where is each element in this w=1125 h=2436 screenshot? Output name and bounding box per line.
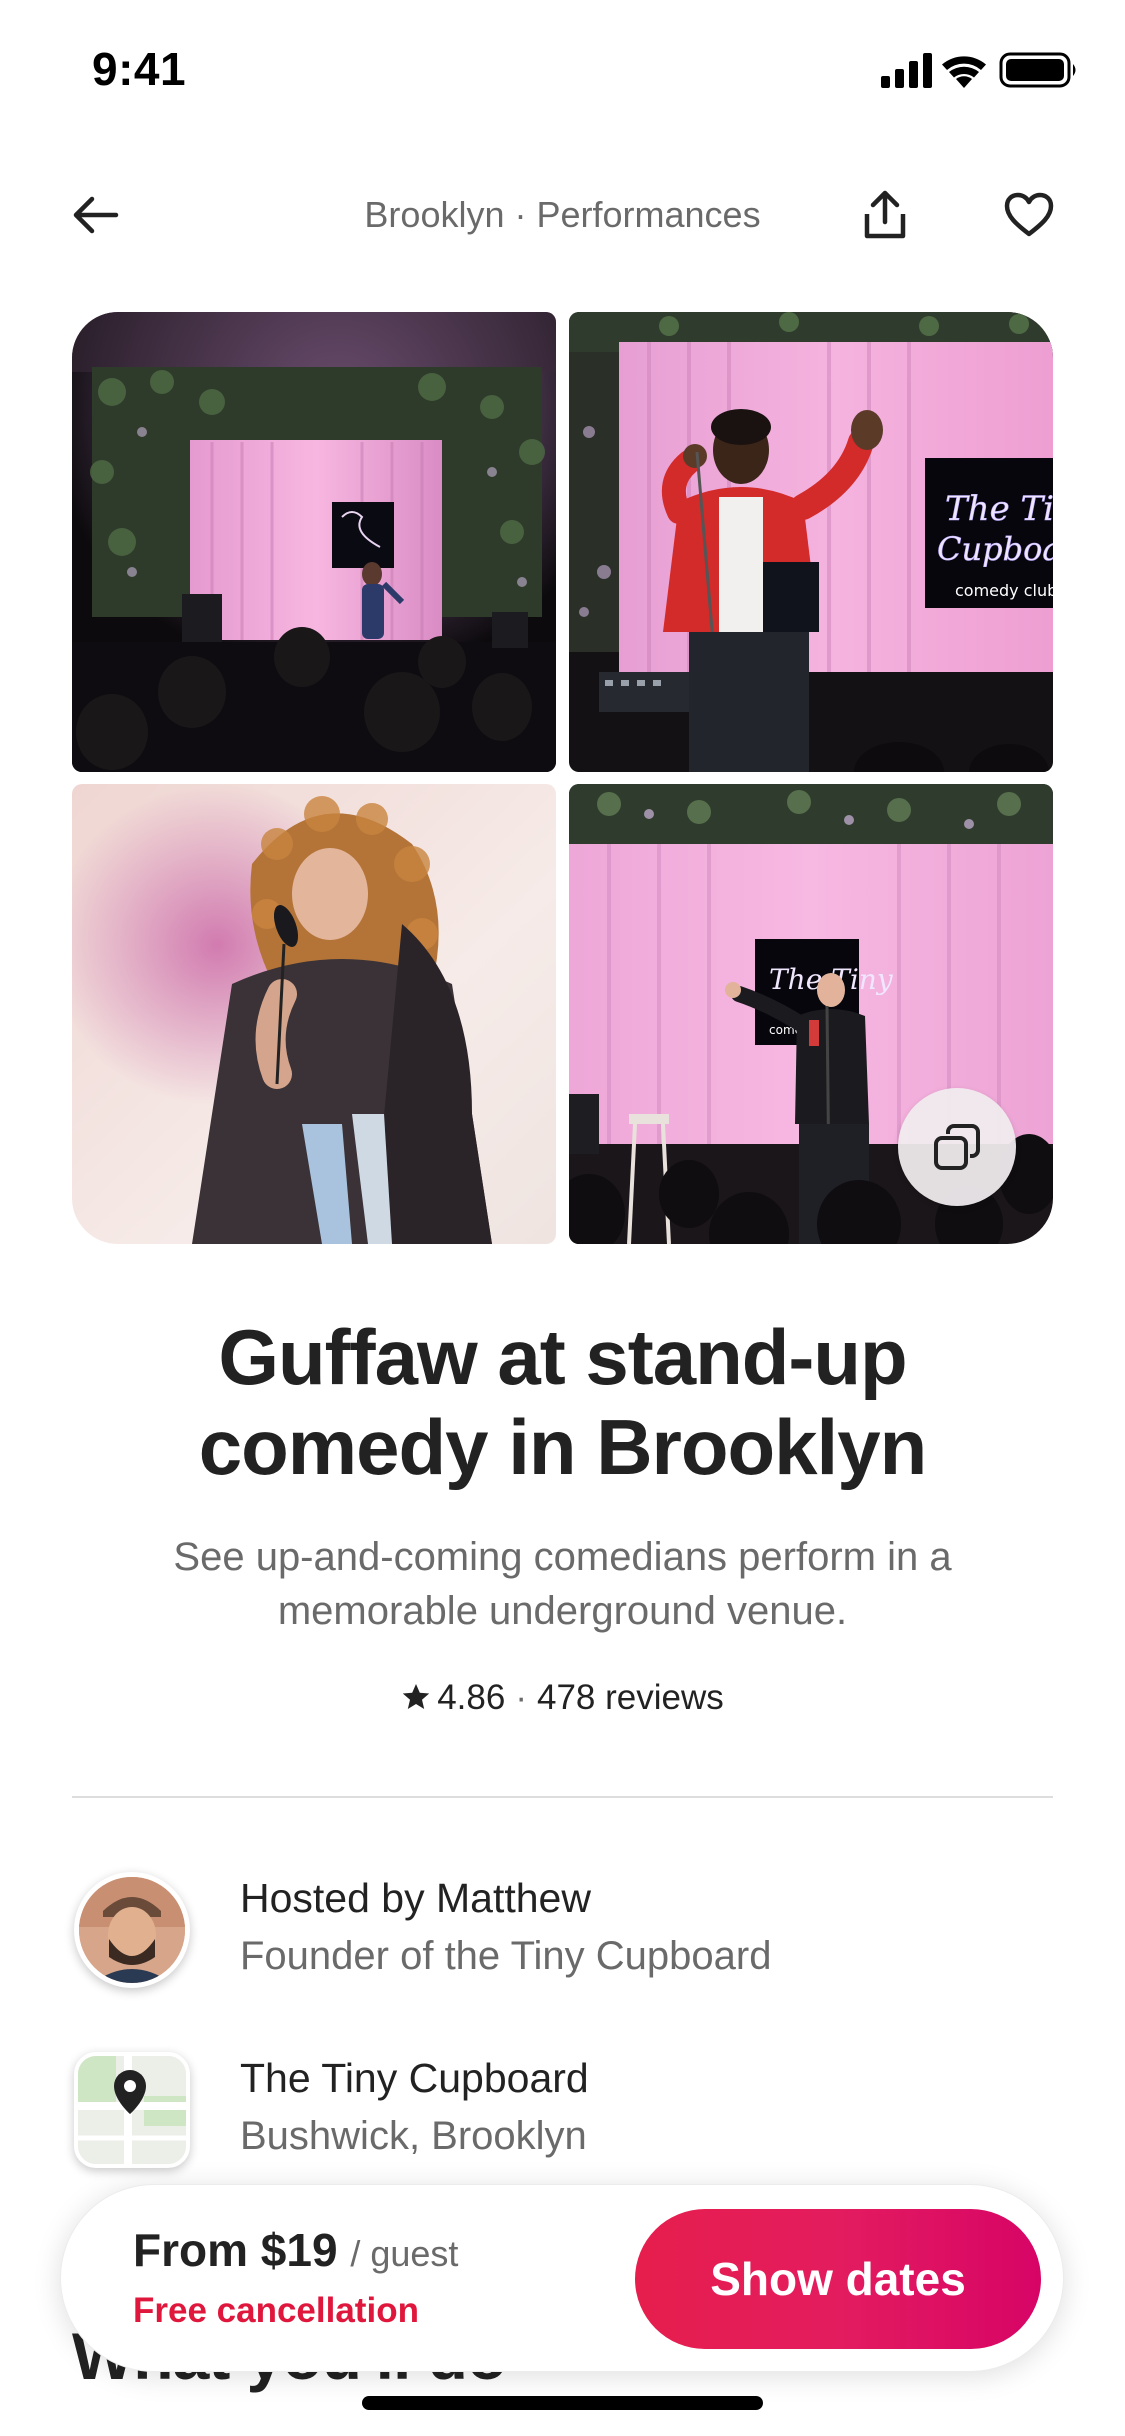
- booking-bar: From $19 / guest Free cancellation Show …: [60, 2184, 1064, 2372]
- reviews-count: 478 reviews: [537, 1678, 724, 1717]
- cellular-signal-icon: [881, 53, 932, 88]
- share-button[interactable]: [840, 170, 930, 260]
- listing-title: Guffaw at stand-up comedy in Brooklyn: [198, 1313, 928, 1491]
- venue-info: The Tiny Cupboard Bushwick, Brooklyn: [240, 2050, 589, 2166]
- status-icons: [881, 48, 1081, 92]
- venue-map-thumbnail: [74, 2052, 190, 2168]
- status-bar: 9:41: [0, 0, 1125, 140]
- show-all-photos-button[interactable]: [898, 1088, 1016, 1206]
- gallery-photo-1[interactable]: [72, 312, 556, 772]
- copy-stack-icon: [934, 1124, 980, 1170]
- share-icon: [864, 190, 906, 239]
- price-summary: From $19 / guest: [133, 2223, 458, 2277]
- host-name: Hosted by Matthew: [240, 1875, 591, 1921]
- listing-description: See up-and-coming comedians perform in a…: [173, 1535, 952, 1633]
- venue-row[interactable]: The Tiny Cupboard Bushwick, Brooklyn: [72, 2050, 1053, 2174]
- svg-text:Cupboard: Cupboard: [937, 530, 1053, 568]
- venue-name: The Tiny Cupboard: [240, 2055, 589, 2101]
- heart-icon: [1004, 192, 1054, 237]
- rating-separator: ·: [515, 1678, 527, 1717]
- host-row[interactable]: Hosted by Matthew Founder of the Tiny Cu…: [72, 1870, 1053, 1994]
- rating-value: 4.86: [437, 1678, 506, 1717]
- home-indicator: [362, 2396, 763, 2410]
- svg-text:The Tiny: The Tiny: [945, 489, 1053, 529]
- show-dates-button[interactable]: Show dates: [635, 2209, 1041, 2349]
- svg-text:comedy club: comedy club: [955, 581, 1053, 600]
- star-icon: [403, 1684, 430, 1709]
- rating-summary[interactable]: 4.86 · 478 reviews: [0, 1678, 1125, 1718]
- price-unit: / guest: [350, 2233, 459, 2274]
- host-role: Founder of the Tiny Cupboard: [240, 1934, 772, 1978]
- venue-location: Bushwick, Brooklyn: [240, 2114, 587, 2158]
- section-divider: [72, 1796, 1053, 1798]
- nav-breadcrumb-title: Brooklyn · Performances: [364, 194, 761, 235]
- gallery-photo-2[interactable]: The Tiny Cupboard comedy club: [569, 312, 1053, 772]
- status-time: 9:41: [92, 43, 187, 95]
- wifi-icon: [942, 56, 986, 88]
- gallery-photo-3[interactable]: [72, 784, 556, 1244]
- top-navigation: Brooklyn · Performances: [0, 170, 1125, 265]
- favorite-button[interactable]: [984, 170, 1074, 260]
- host-info: Hosted by Matthew Founder of the Tiny Cu…: [240, 1870, 771, 1986]
- photo-gallery: The Tiny Cupboard comedy club: [72, 312, 1053, 1244]
- host-avatar: [74, 1872, 190, 1988]
- battery-icon: [999, 52, 1076, 88]
- price-amount: From $19: [133, 2224, 338, 2276]
- free-cancellation-label[interactable]: Free cancellation: [133, 2291, 419, 2331]
